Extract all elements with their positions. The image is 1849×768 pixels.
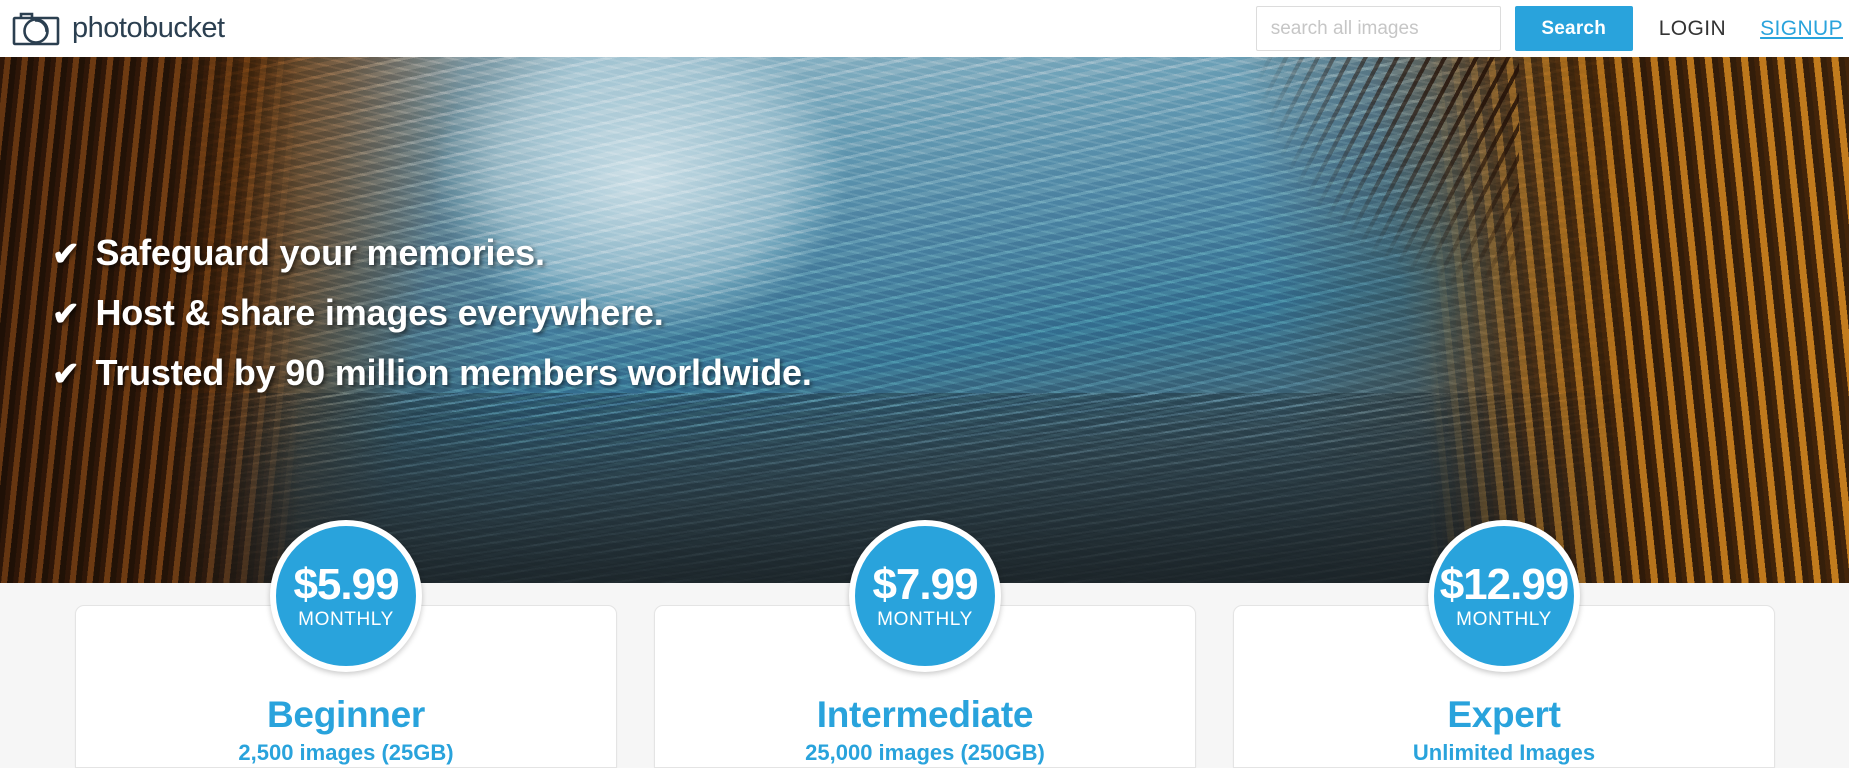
hero-claim: ✔ Trusted by 90 million members worldwid…	[52, 352, 812, 394]
hero-banner: ✔ Safeguard your memories. ✔ Host & shar…	[0, 57, 1849, 583]
signup-link[interactable]: SIGNUP	[1760, 17, 1843, 41]
pricing-section: $5.99 MONTHLY Beginner 2,500 images (25G…	[0, 520, 1849, 768]
plan-subtitle: Unlimited Images	[1412, 740, 1596, 765]
plan-title: Beginner	[267, 694, 425, 735]
hero-claim-text: Trusted by 90 million members worldwide.	[95, 352, 812, 393]
camera-icon	[12, 11, 62, 47]
brand-name: photobucket	[72, 12, 225, 44]
price-period: MONTHLY	[1456, 609, 1552, 630]
check-icon: ✔	[52, 235, 80, 272]
check-icon: ✔	[52, 295, 80, 332]
pricing-cards: $5.99 MONTHLY Beginner 2,500 images (25G…	[75, 520, 1775, 768]
pricing-card-expert[interactable]: $12.99 MONTHLY Expert Unlimited Images	[1233, 520, 1775, 768]
hero-claim-text: Host & share images everywhere.	[95, 292, 664, 333]
price-amount: $7.99	[872, 560, 978, 609]
check-icon: ✔	[52, 355, 80, 392]
plan-subtitle: 2,500 images (25GB)	[238, 740, 454, 765]
search-input[interactable]	[1255, 6, 1501, 51]
plan-title: Expert	[1447, 694, 1561, 735]
price-badge: $7.99 MONTHLY	[849, 520, 1001, 672]
pricing-card-intermediate[interactable]: $7.99 MONTHLY Intermediate 25,000 images…	[654, 520, 1196, 768]
price-period: MONTHLY	[298, 609, 394, 630]
search-button[interactable]: Search	[1514, 6, 1633, 51]
hero-claim: ✔ Safeguard your memories.	[52, 232, 812, 274]
hero-branch-overlay	[1189, 57, 1519, 387]
header-actions: Search LOGIN SIGNUP	[1255, 0, 1849, 57]
price-period: MONTHLY	[877, 609, 973, 630]
price-amount: $5.99	[293, 560, 399, 609]
price-badge: $5.99 MONTHLY	[270, 520, 422, 672]
plan-title: Intermediate	[816, 694, 1034, 735]
plan-subtitle: 25,000 images (250GB)	[805, 740, 1045, 765]
photobucket-landing-page: photobucket Search LOGIN SIGNUP ✔ Safegu…	[0, 0, 1849, 768]
price-badge: $12.99 MONTHLY	[1428, 520, 1580, 672]
hero-claim-text: Safeguard your memories.	[95, 232, 545, 273]
login-link[interactable]: LOGIN	[1659, 17, 1726, 41]
hero-claims-list: ✔ Safeguard your memories. ✔ Host & shar…	[52, 232, 812, 412]
pricing-card-beginner[interactable]: $5.99 MONTHLY Beginner 2,500 images (25G…	[75, 520, 617, 768]
hero-claim: ✔ Host & share images everywhere.	[52, 292, 812, 334]
site-header: photobucket Search LOGIN SIGNUP	[0, 0, 1849, 57]
price-amount: $12.99	[1439, 560, 1570, 609]
brand-logo[interactable]: photobucket	[12, 11, 225, 47]
